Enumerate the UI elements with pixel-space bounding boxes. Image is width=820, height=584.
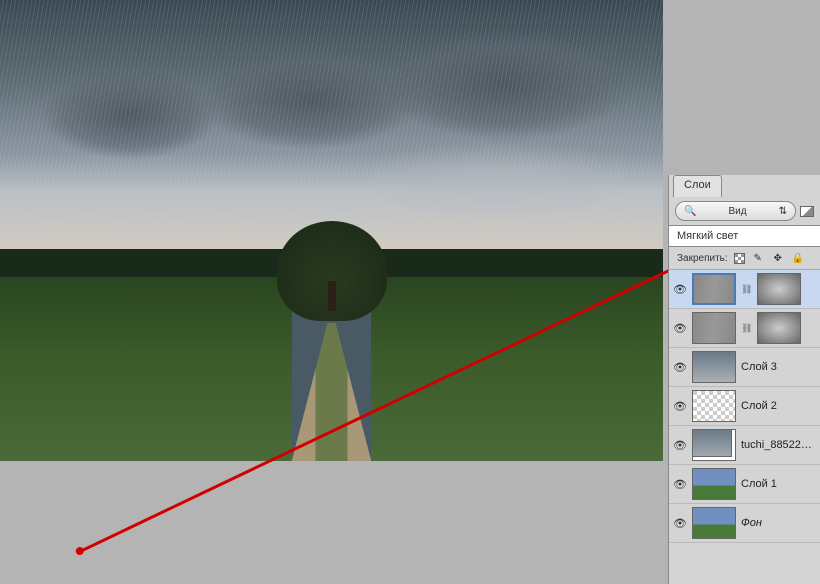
layer-row[interactable]: 👁⛓ — [669, 270, 820, 309]
field-right — [371, 277, 663, 461]
visibility-eye-icon[interactable]: 👁 — [673, 477, 687, 491]
layer-row[interactable]: 👁 Слой 1 — [669, 465, 820, 504]
filter-pixel-icon[interactable] — [800, 206, 814, 217]
lock-all-icon[interactable]: 🔒 — [791, 251, 805, 265]
sky-region — [0, 0, 663, 254]
visibility-eye-icon[interactable]: 👁 — [673, 399, 687, 413]
layers-panel: Слои 🔍 Вид ⇅ Мягкий свет Закрепить: ✎ ✥ … — [668, 175, 820, 584]
tab-layers[interactable]: Слои — [673, 175, 722, 197]
search-icon: 🔍 — [684, 206, 696, 217]
layer-name[interactable]: Фон — [741, 517, 762, 529]
layer-row[interactable]: 👁 Фон — [669, 504, 820, 543]
road — [292, 323, 372, 461]
layer-thumbnail[interactable] — [692, 312, 736, 344]
layer-row[interactable]: 👁 tuchi_88522166… — [669, 426, 820, 465]
rain-overlay — [0, 0, 663, 254]
filter-label: Вид — [728, 206, 746, 217]
lock-transparency-icon[interactable] — [734, 253, 745, 264]
filter-row: 🔍 Вид ⇅ — [669, 197, 820, 225]
chevron-updown-icon: ⇅ — [779, 206, 787, 217]
layer-thumbnail[interactable] — [692, 273, 736, 305]
layer-name[interactable]: Слой 2 — [741, 400, 777, 412]
visibility-eye-icon[interactable]: 👁 — [673, 360, 687, 374]
blend-mode-label: Мягкий свет — [677, 230, 738, 242]
layer-name[interactable]: Слой 3 — [741, 361, 777, 373]
blend-mode-select[interactable]: Мягкий свет — [669, 225, 820, 247]
lock-row: Закрепить: ✎ ✥ 🔒 — [669, 247, 820, 270]
layer-name[interactable]: Слой 1 — [741, 478, 777, 490]
lock-label: Закрепить: — [677, 253, 728, 264]
lock-move-icon[interactable]: ✥ — [771, 251, 785, 265]
lock-brush-icon[interactable]: ✎ — [751, 251, 765, 265]
visibility-eye-icon[interactable]: 👁 — [673, 321, 687, 335]
layer-thumbnail[interactable] — [692, 390, 736, 422]
layer-row[interactable]: 👁 Слой 2 — [669, 387, 820, 426]
filter-type-select[interactable]: 🔍 Вид ⇅ — [675, 201, 796, 221]
layer-thumbnail[interactable] — [692, 429, 736, 461]
layer-thumbnail[interactable] — [692, 468, 736, 500]
visibility-eye-icon[interactable]: 👁 — [673, 516, 687, 530]
link-icon[interactable]: ⛓ — [741, 284, 752, 295]
layer-name[interactable]: tuchi_88522166… — [741, 439, 816, 451]
layer-thumbnail[interactable] — [692, 507, 736, 539]
tree-trunk — [328, 281, 336, 311]
mask-thumbnail[interactable] — [757, 312, 801, 344]
layers-list: 👁⛓👁⛓👁Слой 3👁Слой 2👁tuchi_88522166…👁Слой … — [669, 270, 820, 543]
visibility-eye-icon[interactable]: 👁 — [673, 438, 687, 452]
layer-row[interactable]: 👁 Слой 3 — [669, 348, 820, 387]
layer-row[interactable]: 👁⛓ — [669, 309, 820, 348]
link-icon[interactable]: ⛓ — [741, 323, 752, 334]
canvas-image — [0, 0, 663, 461]
visibility-eye-icon[interactable]: 👁 — [673, 282, 687, 296]
arrow-tail — [74, 546, 85, 557]
layer-thumbnail[interactable] — [692, 351, 736, 383]
mask-thumbnail[interactable] — [757, 273, 801, 305]
panel-tabs: Слои — [669, 175, 820, 197]
field-left — [0, 277, 292, 461]
